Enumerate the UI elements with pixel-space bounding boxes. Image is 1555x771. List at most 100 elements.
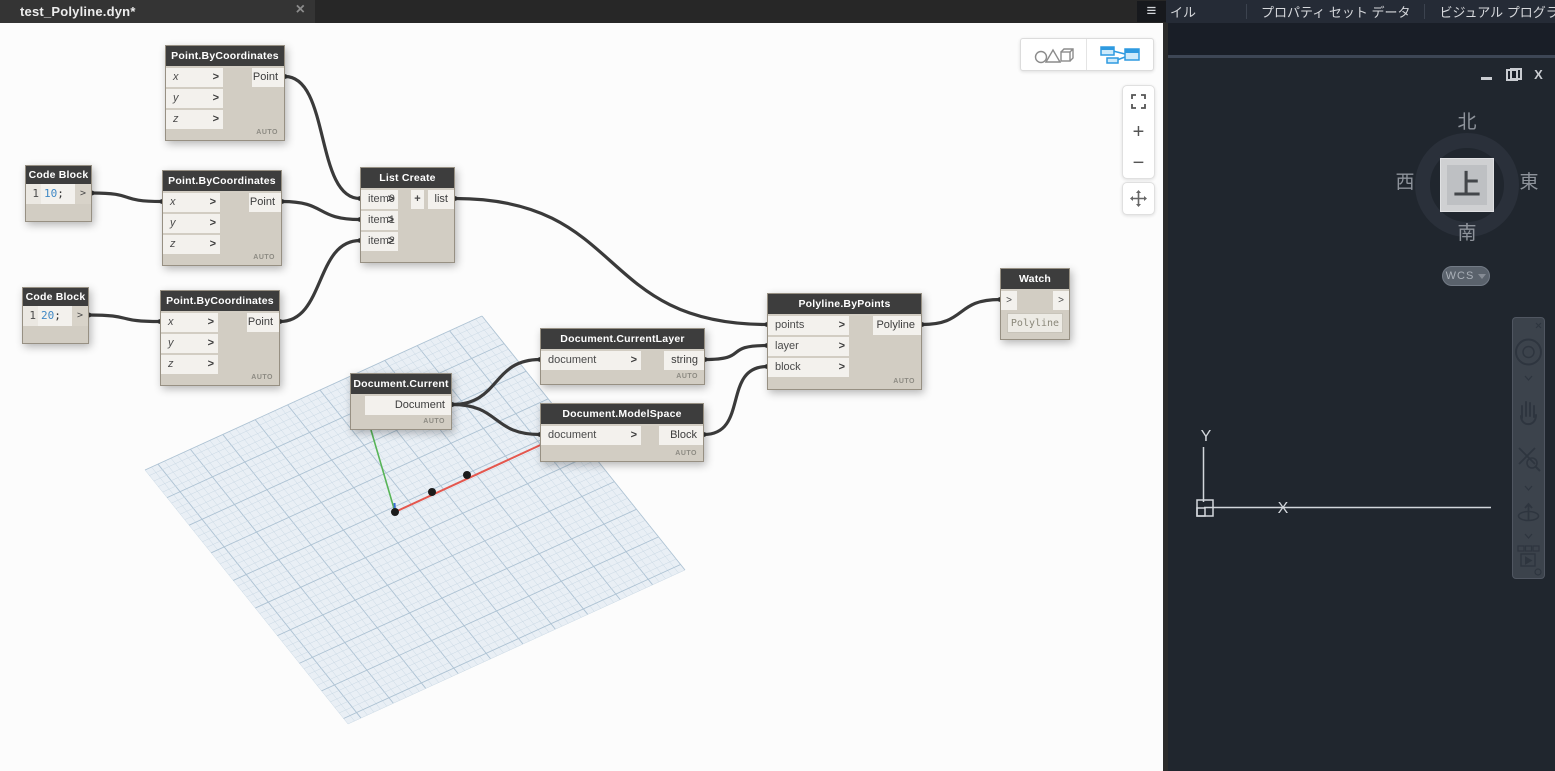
node-title[interactable]: Document.ModelSpace	[541, 404, 703, 424]
orbit-icon[interactable]	[1517, 502, 1540, 522]
node-docms[interactable]: Document.ModelSpace document > Block AUTO	[540, 403, 704, 462]
node-title[interactable]: Polyline.ByPoints	[768, 294, 921, 314]
input-port-z[interactable]: z >	[161, 355, 218, 374]
node-title[interactable]: Point.ByCoordinates	[166, 46, 284, 66]
wcs-dropdown[interactable]: WCS	[1442, 266, 1490, 286]
node-title[interactable]: Point.ByCoordinates	[161, 291, 279, 311]
navigation-bar[interactable]	[1512, 317, 1545, 579]
viewcube-top-label: 上	[1447, 165, 1487, 205]
viewcube-north[interactable]: 北	[1447, 107, 1487, 134]
input-port-label: layer	[775, 340, 799, 352]
fit-view-button[interactable]	[1123, 86, 1154, 117]
input-port-document[interactable]: document >	[541, 426, 641, 445]
node-point2[interactable]: Point.ByCoordinates x > y > z > Point AUTO	[162, 170, 282, 266]
input-port-layer[interactable]: layer >	[768, 337, 849, 356]
input-port-x[interactable]: x >	[163, 193, 220, 212]
palette-header-divider	[1168, 55, 1555, 58]
input-port-label: y	[170, 217, 176, 229]
dynamo-canvas[interactable]: Point.ByCoordinates x > y > z > Point AUTO Code B…	[0, 23, 1163, 771]
node-point1[interactable]: Point.ByCoordinates x > y > z > Point AUTO	[165, 45, 285, 141]
node-title[interactable]: Code Block	[26, 166, 91, 184]
close-icon[interactable]: X	[1530, 67, 1547, 83]
zoom-in-button[interactable]: +	[1123, 117, 1154, 148]
menu-icon[interactable]: ≡	[1137, 1, 1166, 22]
node-code2[interactable]: Code Block 1 20; >	[22, 287, 89, 344]
output-port[interactable]: >	[75, 184, 91, 204]
input-port-y[interactable]: y >	[163, 214, 220, 233]
pan-button[interactable]	[1122, 182, 1155, 215]
input-port-points[interactable]: points >	[768, 316, 849, 335]
viewcube-west[interactable]: 西	[1385, 167, 1425, 194]
node-title[interactable]: Code Block	[23, 288, 88, 306]
zoom-icon[interactable]	[1518, 447, 1541, 472]
zoom-out-button[interactable]: −	[1123, 147, 1154, 178]
input-port-x[interactable]: x >	[166, 68, 223, 87]
code-text[interactable]: 20;	[38, 306, 61, 326]
node-title[interactable]: Watch	[1001, 269, 1069, 289]
chevron-down-icon[interactable]	[1524, 485, 1533, 491]
node-point3[interactable]: Point.ByCoordinates x > y > z > Point AUTO	[160, 290, 280, 386]
wcs-label: WCS	[1445, 270, 1475, 282]
input-port-y[interactable]: y >	[166, 89, 223, 108]
input-port[interactable]: >	[1001, 291, 1017, 310]
input-port-z[interactable]: z >	[163, 235, 220, 254]
output-port-string[interactable]: string	[664, 351, 704, 370]
input-port-y[interactable]: y >	[161, 334, 218, 353]
input-port-item1[interactable]: item1 >	[361, 211, 398, 230]
add-item-button[interactable]: +	[411, 190, 424, 209]
document-tab[interactable]: test_Polyline.dyn* ×	[0, 0, 315, 23]
line-number: 1	[26, 184, 41, 204]
code-line[interactable]: 1 10; >	[26, 184, 91, 204]
tab-visual-programming[interactable]: ビジュアル プログラミング	[1425, 2, 1555, 21]
output-port-Point[interactable]: Point	[252, 68, 284, 87]
node-list1[interactable]: List Createitem0>item1>item2>+-list	[360, 167, 455, 263]
output-port-Point[interactable]: Point	[249, 193, 281, 212]
input-port-x[interactable]: x >	[161, 313, 218, 332]
minimize-icon[interactable]	[1478, 67, 1495, 83]
input-port-label: z	[170, 238, 176, 250]
output-port[interactable]: >	[72, 306, 88, 326]
input-port-document[interactable]: document >	[541, 351, 641, 370]
output-port-Document[interactable]: Document	[365, 396, 451, 415]
input-port-item2[interactable]: item2 >	[361, 232, 398, 251]
pan-hand-icon[interactable]	[1520, 401, 1537, 426]
node-code1[interactable]: Code Block 1 10; >	[25, 165, 92, 222]
input-port-item0[interactable]: item0 >	[361, 190, 398, 209]
chevron-down-icon[interactable]	[1524, 375, 1533, 381]
tab-file[interactable]: イル	[1166, 2, 1246, 21]
node-poly[interactable]: Polyline.ByPoints points > layer > block > Poly…	[767, 293, 922, 390]
navbar-settings-icon[interactable]	[1534, 568, 1542, 576]
node-doclayer[interactable]: Document.CurrentLayer document > string AUTO	[540, 328, 705, 385]
output-port[interactable]: >	[1053, 291, 1069, 310]
close-navbar-icon[interactable]	[1535, 322, 1542, 329]
input-port-z[interactable]: z >	[166, 110, 223, 129]
chevron-down-icon[interactable]	[1524, 533, 1533, 539]
node-title[interactable]: Document.Current	[351, 374, 451, 394]
viewcube-south[interactable]: 南	[1447, 218, 1487, 245]
output-port-Polyline[interactable]: Polyline	[873, 316, 921, 335]
chevron-down-icon	[1478, 273, 1487, 279]
output-port-Point[interactable]: Point	[247, 313, 279, 332]
geometry-view-button[interactable]	[1021, 39, 1087, 70]
autocad-drawing-area[interactable]: X 北 南 西 東 上 WCS Y X	[1168, 23, 1555, 771]
input-port-block[interactable]: block >	[768, 358, 849, 377]
tab-title: test_Polyline.dyn*	[20, 4, 136, 19]
restore-icon[interactable]	[1504, 67, 1522, 83]
steering-wheel-icon[interactable]	[1515, 338, 1542, 366]
node-title[interactable]: Point.ByCoordinates	[163, 171, 281, 191]
showmotion-icon[interactable]	[1517, 545, 1540, 567]
tab-close-icon[interactable]: ×	[296, 1, 305, 19]
output-port-Block[interactable]: Block	[659, 426, 703, 445]
node-doccur[interactable]: Document.Current Document AUTO	[350, 373, 452, 430]
code-text[interactable]: 10;	[41, 184, 64, 204]
tab-property-set-data[interactable]: プロパティ セット データ	[1247, 2, 1424, 21]
node-title[interactable]: List Create	[361, 168, 454, 188]
viewcube-top-face[interactable]: 上	[1440, 158, 1494, 212]
viewcube-east[interactable]: 東	[1509, 167, 1549, 194]
input-port-label: y	[173, 92, 179, 104]
node-watch[interactable]: Watch > > Polyline	[1000, 268, 1070, 340]
code-line[interactable]: 1 20; >	[23, 306, 88, 326]
node-title[interactable]: Document.CurrentLayer	[541, 329, 704, 349]
output-port-list[interactable]: list	[428, 190, 454, 209]
graph-view-button[interactable]	[1087, 39, 1153, 70]
